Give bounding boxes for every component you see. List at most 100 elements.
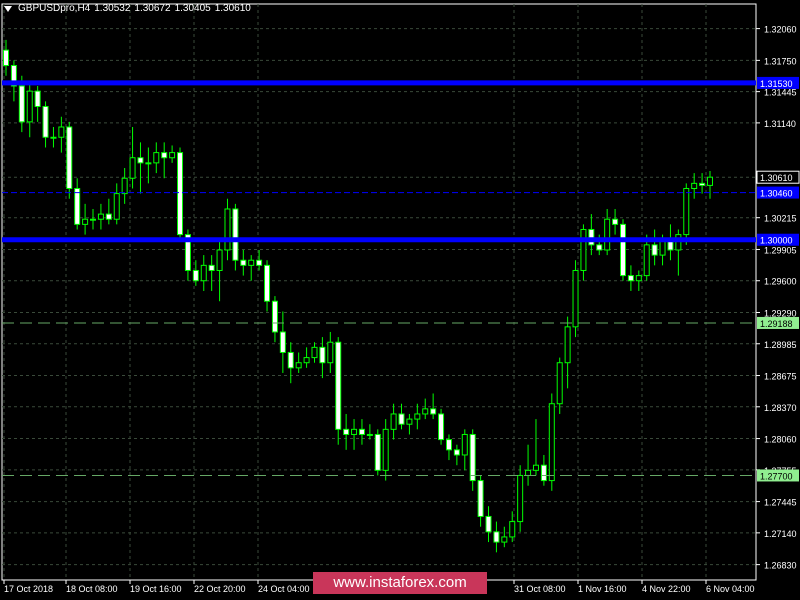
candle-body[interactable] [311, 346, 318, 359]
candle-body[interactable] [540, 464, 547, 482]
candle-body[interactable] [319, 346, 326, 364]
y-tick-label: 1.28370 [764, 403, 797, 413]
candle-body[interactable] [619, 223, 626, 277]
candle-body[interactable] [26, 90, 33, 123]
candle-body[interactable] [548, 403, 555, 482]
candle-body[interactable] [382, 428, 389, 471]
candle-body[interactable] [113, 193, 120, 220]
candle-body[interactable] [129, 157, 136, 179]
candle-body[interactable] [200, 264, 207, 282]
candle-body[interactable] [169, 152, 176, 159]
candle-body[interactable] [390, 413, 397, 430]
candle-body[interactable] [50, 136, 57, 139]
candle-body[interactable] [683, 187, 690, 236]
candle-body[interactable] [556, 362, 563, 405]
candle-body[interactable] [145, 162, 152, 165]
candle-body[interactable] [406, 418, 413, 425]
candle-body[interactable] [34, 90, 41, 107]
candle-body[interactable] [580, 228, 587, 271]
candle-body[interactable] [651, 244, 658, 256]
candle-body[interactable] [240, 259, 247, 266]
price-chart[interactable]: 1.32060 1.31750 1.31445 1.31140 1.30610 1.302… [0, 0, 800, 600]
candle-body[interactable] [82, 218, 89, 225]
candle-body[interactable] [90, 218, 97, 221]
candle-body[interactable] [477, 480, 484, 517]
y-tick-label: 1.28060 [764, 435, 797, 445]
candle-body[interactable] [635, 275, 642, 282]
current-price-label: 1.30610 [760, 173, 793, 183]
candle-body[interactable] [192, 269, 199, 282]
candle-body[interactable] [596, 244, 603, 251]
candle-body[interactable] [287, 351, 294, 369]
symbol-label: GBPUSDpro,H4 [18, 3, 91, 14]
candle-body[interactable] [398, 413, 405, 425]
candle-body[interactable] [279, 331, 286, 353]
candle-body[interactable] [74, 187, 81, 225]
candle-body[interactable] [58, 126, 65, 138]
candle-body[interactable] [208, 264, 215, 271]
candle-body[interactable] [303, 357, 310, 364]
candle-body[interactable] [18, 85, 25, 123]
candle-body[interactable] [430, 408, 437, 415]
candle-body[interactable] [453, 449, 460, 456]
candle-body[interactable] [343, 428, 350, 435]
candle-body[interactable] [675, 234, 682, 251]
candle-body[interactable] [153, 152, 160, 164]
candle-body[interactable] [216, 249, 223, 271]
candle-body[interactable] [572, 269, 579, 328]
candle-body[interactable] [224, 208, 231, 251]
candle-body[interactable] [469, 433, 476, 482]
candle-body[interactable] [232, 208, 239, 261]
candle-body[interactable] [461, 433, 468, 456]
candle-body[interactable] [485, 515, 492, 533]
candle-body[interactable] [248, 259, 255, 266]
candle-body[interactable] [525, 469, 532, 476]
candle-body[interactable] [121, 177, 128, 195]
candle-body[interactable] [612, 218, 619, 225]
candle-body[interactable] [509, 521, 516, 538]
x-tick-label: 22 Oct 20:00 [194, 584, 246, 594]
candle-body[interactable] [643, 244, 650, 277]
candle-body[interactable] [707, 176, 713, 186]
candle-body[interactable] [366, 433, 373, 436]
candle-body[interactable] [3, 49, 9, 66]
candle-body[interactable] [161, 152, 168, 159]
dropdown-triangle-icon[interactable] [4, 5, 12, 12]
candle-body[interactable] [604, 218, 611, 251]
candle-body[interactable] [374, 433, 381, 471]
x-tick-label: 6 Nov 04:00 [706, 584, 755, 594]
candle-body[interactable] [414, 413, 421, 420]
candle-body[interactable] [588, 228, 595, 246]
x-tick-label: 19 Oct 16:00 [130, 584, 182, 594]
candle-body[interactable] [699, 182, 706, 186]
candle-body[interactable] [438, 413, 445, 441]
candle-body[interactable] [137, 157, 144, 164]
x-tick-label: 18 Oct 08:00 [66, 584, 118, 594]
candle-body[interactable] [422, 408, 429, 415]
candle-body[interactable] [264, 264, 271, 302]
close-value: 1.30610 [214, 3, 251, 14]
candle-body[interactable] [351, 428, 358, 435]
level-label: 1.29188 [760, 319, 793, 329]
candle-body[interactable] [327, 341, 334, 364]
candle-body[interactable] [97, 213, 104, 220]
candle-body[interactable] [493, 531, 500, 543]
candle-body[interactable] [105, 213, 112, 220]
candle-body[interactable] [517, 474, 524, 523]
candle-body[interactable] [564, 326, 571, 364]
watermark[interactable]: www.instaforex.com [313, 572, 487, 594]
candle-body[interactable] [177, 152, 184, 236]
candle-body[interactable] [335, 341, 342, 430]
candle-body[interactable] [691, 182, 698, 189]
candle-body[interactable] [42, 105, 49, 138]
candle-body[interactable] [295, 362, 302, 369]
candle-body[interactable] [532, 464, 539, 471]
candle-body[interactable] [66, 126, 73, 189]
candle-body[interactable] [271, 300, 278, 333]
y-tick-label: 1.30215 [764, 214, 797, 224]
candle-body[interactable] [358, 428, 365, 435]
candle-body[interactable] [627, 275, 634, 282]
candle-body[interactable] [445, 439, 452, 451]
candle-body[interactable] [256, 259, 263, 266]
candle-body[interactable] [501, 536, 508, 543]
